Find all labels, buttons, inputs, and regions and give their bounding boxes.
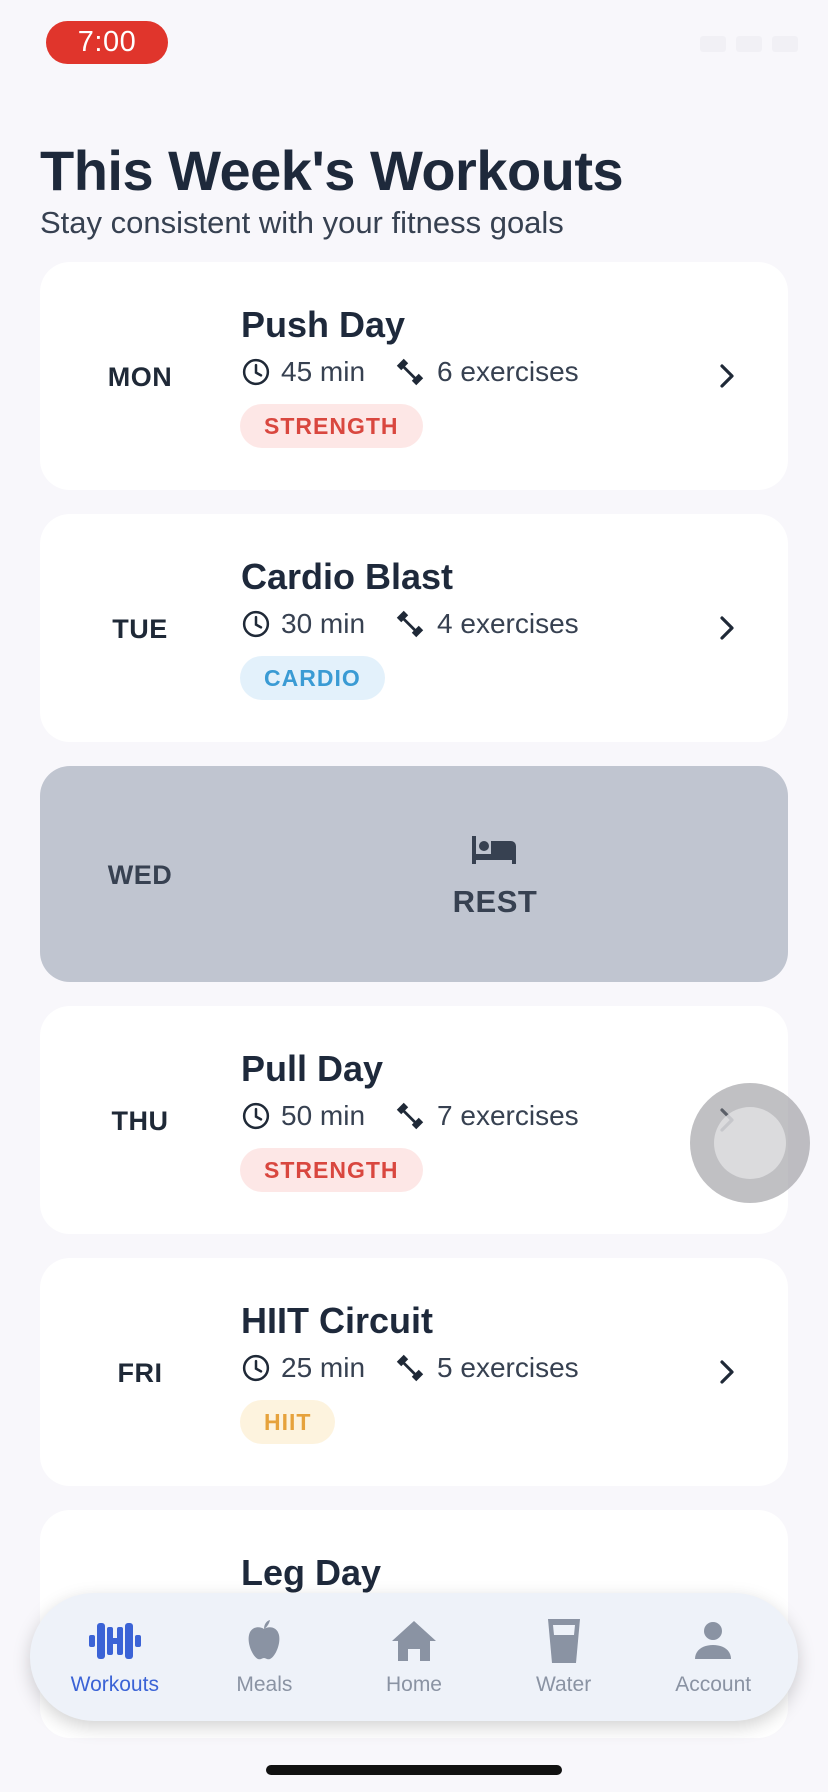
workout-meta: 25 min 5 exercises xyxy=(241,1352,579,1384)
day-label: FRI xyxy=(117,1358,163,1388)
duration-text: 25 min xyxy=(281,1352,366,1383)
home-indicator xyxy=(266,1765,562,1775)
workout-title: Cardio Blast xyxy=(241,556,454,597)
workout-meta: 45 min 6 exercises xyxy=(241,356,579,388)
workout-title: HIIT Circuit xyxy=(241,1300,434,1341)
apple-icon xyxy=(248,1620,280,1660)
chevron-right-icon[interactable] xyxy=(716,1358,738,1386)
clock-icon xyxy=(242,1354,270,1382)
nav-label: Workouts xyxy=(70,1673,159,1696)
nav-item-water[interactable]: Water xyxy=(494,1617,634,1697)
status-icons xyxy=(700,36,798,52)
workout-card-tue[interactable]: TUE Cardio Blast 30 min 4 exercises CARD… xyxy=(40,514,788,742)
nav-label: Home xyxy=(385,1673,442,1696)
workout-card-fri[interactable]: FRI HIIT Circuit 25 min 5 exercises HIIT xyxy=(40,1258,788,1486)
nav-label: Account xyxy=(675,1673,752,1696)
page-subtitle: Stay consistent with your fitness goals xyxy=(40,205,564,240)
workout-title: Pull Day xyxy=(241,1048,384,1089)
workout-card-thu[interactable]: THU Pull Day 50 min 7 exercises STRENGTH xyxy=(40,1006,788,1234)
rest-day-card-wed[interactable]: WED REST xyxy=(40,766,788,982)
clock-icon xyxy=(242,1102,270,1130)
dumbbell-icon xyxy=(88,1623,141,1659)
exercises-text: 7 exercises xyxy=(437,1100,579,1131)
bed-icon xyxy=(472,836,516,864)
home-icon xyxy=(391,1621,436,1661)
workout-card-mon[interactable]: MON Push Day 45 min 6 exercises STRENGTH xyxy=(40,262,788,490)
category-badge: STRENGTH xyxy=(240,404,423,448)
nav-item-meals[interactable]: Meals xyxy=(194,1617,334,1697)
nav-item-home[interactable]: Home xyxy=(344,1617,484,1697)
clock-icon xyxy=(242,358,270,386)
dumbbell-icon xyxy=(396,610,424,638)
person-icon xyxy=(695,1622,732,1659)
category-badge: STRENGTH xyxy=(240,1148,423,1192)
workout-meta: 50 min 7 exercises xyxy=(241,1100,579,1132)
workout-title: Leg Day xyxy=(241,1552,382,1593)
dumbbell-icon xyxy=(396,1354,424,1382)
day-label: WED xyxy=(107,860,173,890)
day-label: THU xyxy=(111,1106,169,1136)
page-title: This Week's Workouts xyxy=(40,139,624,202)
status-time: 7:00 xyxy=(46,21,168,64)
duration-text: 45 min xyxy=(281,356,366,387)
chevron-right-icon[interactable] xyxy=(716,362,738,390)
bottom-nav: Workouts Meals Home Water Account xyxy=(30,1593,798,1721)
wifi-icon xyxy=(736,36,762,52)
day-label: TUE xyxy=(112,614,168,644)
nav-label: Meals xyxy=(236,1673,293,1696)
exercises-text: 6 exercises xyxy=(437,356,579,387)
dumbbell-icon xyxy=(396,1102,424,1130)
nav-item-account[interactable]: Account xyxy=(643,1617,783,1697)
water-glass-icon xyxy=(547,1619,580,1663)
battery-icon xyxy=(772,36,798,52)
rest-label: REST xyxy=(452,884,538,919)
duration-text: 50 min xyxy=(281,1100,366,1131)
exercises-text: 4 exercises xyxy=(437,608,579,639)
category-badge: HIIT xyxy=(240,1400,336,1444)
duration-text: 30 min xyxy=(281,608,366,639)
workout-meta: 30 min 4 exercises xyxy=(241,608,579,640)
touch-indicator xyxy=(690,1083,810,1203)
dumbbell-icon xyxy=(396,358,424,386)
day-label: MON xyxy=(107,362,173,392)
nav-label: Water xyxy=(535,1673,592,1696)
nav-item-workouts[interactable]: Workouts xyxy=(45,1617,185,1697)
clock-icon xyxy=(242,610,270,638)
status-bar: 7:00 xyxy=(0,0,828,90)
chevron-right-icon[interactable] xyxy=(716,614,738,642)
workout-title: Push Day xyxy=(241,304,406,345)
category-badge: CARDIO xyxy=(240,656,385,700)
signal-icon xyxy=(700,36,726,52)
exercises-text: 5 exercises xyxy=(437,1352,579,1383)
